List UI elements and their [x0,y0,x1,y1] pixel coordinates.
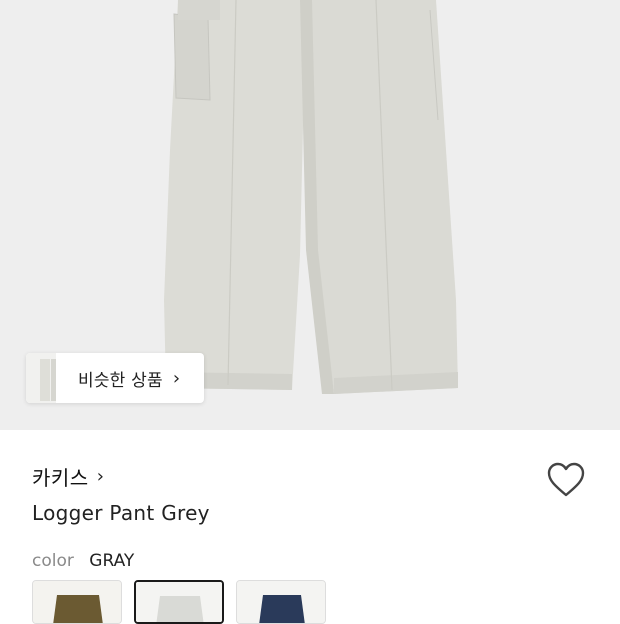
product-name: Logger Pant Grey [32,501,210,525]
similar-products-label: 비슷한 상품 [78,370,163,391]
color-value: GRAY [89,551,135,571]
color-swatch-olive[interactable] [32,580,122,624]
brand-name: 카키스 [32,466,89,490]
similar-products-button[interactable]: 비슷한 상품 › [26,353,204,403]
similar-products-thumbnail [26,353,56,403]
color-label: color [32,551,74,571]
chevron-right-icon: › [96,466,104,487]
heart-icon[interactable] [546,461,586,499]
color-swatch-grey[interactable] [134,580,224,624]
color-info: color GRAY [32,551,134,571]
product-image: 비슷한 상품 › [0,0,620,430]
color-swatch-navy[interactable] [236,580,326,624]
chevron-right-icon: › [172,367,181,389]
brand-link[interactable]: 카키스 › [32,462,104,491]
